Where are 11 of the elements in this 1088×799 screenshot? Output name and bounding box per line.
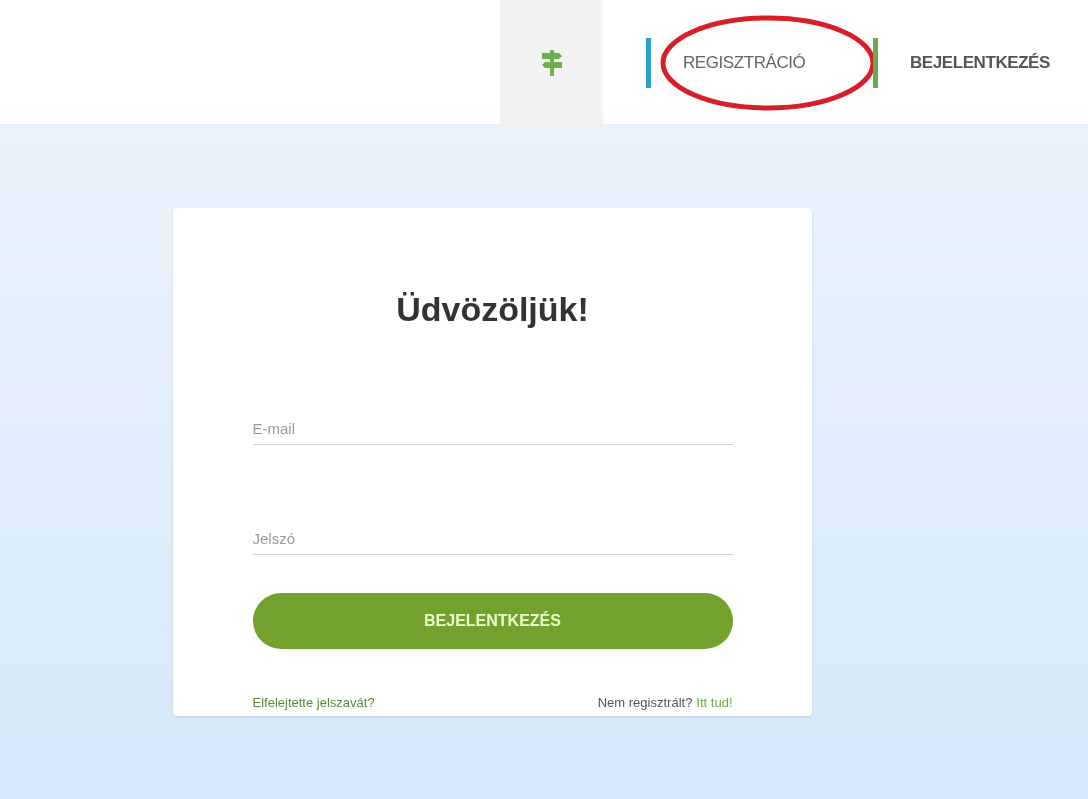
input-field[interactable]: Jelszó xyxy=(252,523,733,555)
nav-link[interactable]: BEJELENTKEZÉS xyxy=(910,49,1050,76)
register-link[interactable]: Itt tud! xyxy=(696,693,733,713)
nav-link[interactable]: REGISZTRÁCIÓ xyxy=(683,49,806,76)
input-field[interactable]: E-mail xyxy=(252,413,733,445)
signpost-tab[interactable] xyxy=(500,0,603,125)
login-button[interactable]: BEJELENTKEZÉS xyxy=(252,593,733,649)
forgot-password-link[interactable]: Elfelejtette jelszavát? xyxy=(252,693,375,713)
register-prompt: Nem regisztrált? xyxy=(597,694,693,712)
signpost-icon xyxy=(540,49,563,76)
welcome-heading: Üdvözöljük! xyxy=(396,289,589,330)
